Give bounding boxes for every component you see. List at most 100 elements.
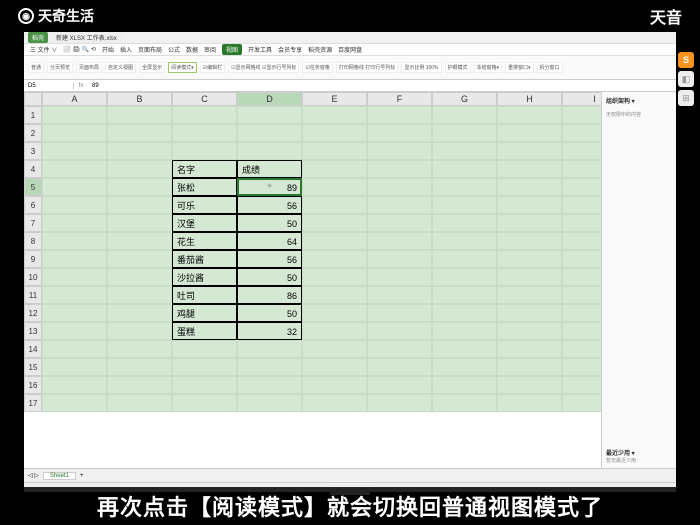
cell-H15[interactable] [497, 358, 562, 376]
cell-G7[interactable] [432, 214, 497, 232]
cell-F1[interactable] [367, 106, 432, 124]
cell-I7[interactable] [562, 214, 601, 232]
cell-F13[interactable] [367, 322, 432, 340]
cell-A2[interactable] [42, 124, 107, 142]
cell-E16[interactable] [302, 376, 367, 394]
cell-F7[interactable] [367, 214, 432, 232]
cell-A5[interactable] [42, 178, 107, 196]
cell-B11[interactable] [107, 286, 172, 304]
cell-C15[interactable] [172, 358, 237, 376]
cell-I13[interactable] [562, 322, 601, 340]
menu-docer[interactable]: 稻壳资源 [308, 45, 332, 54]
cell-H11[interactable] [497, 286, 562, 304]
cell-D14[interactable] [237, 340, 302, 358]
cell-F14[interactable] [367, 340, 432, 358]
menu-dev[interactable]: 开发工具 [248, 45, 272, 54]
cell-B1[interactable] [107, 106, 172, 124]
cell-D17[interactable] [237, 394, 302, 412]
cell-D6[interactable]: 56 [237, 196, 302, 214]
cell-A16[interactable] [42, 376, 107, 394]
cell-I9[interactable] [562, 250, 601, 268]
title-tab-home[interactable]: 稻壳 [28, 32, 48, 43]
cell-H2[interactable] [497, 124, 562, 142]
cell-F16[interactable] [367, 376, 432, 394]
cell-D5[interactable]: ✧89 [237, 178, 302, 196]
cell-E12[interactable] [302, 304, 367, 322]
ribbon-btn-11[interactable]: 护眼模式 [445, 62, 471, 73]
ribbon-btn-4[interactable]: 全屏显示 [139, 62, 165, 73]
col-header-H[interactable]: H [497, 92, 562, 106]
menu-vip[interactable]: 会员专享 [278, 45, 302, 54]
cell-G5[interactable] [432, 178, 497, 196]
cell-G12[interactable] [432, 304, 497, 322]
col-header-D[interactable]: D [237, 92, 302, 106]
menu-baidu[interactable]: 百度网盘 [338, 45, 362, 54]
row-header-6[interactable]: 6 [24, 196, 42, 214]
cell-F15[interactable] [367, 358, 432, 376]
cell-E11[interactable] [302, 286, 367, 304]
col-header-I[interactable]: I [562, 92, 601, 106]
row-header-1[interactable]: 1 [24, 106, 42, 124]
cell-C12[interactable]: 鸡腿 [172, 304, 237, 322]
cell-A9[interactable] [42, 250, 107, 268]
cell-C4[interactable]: 名字 [172, 160, 237, 178]
cell-C17[interactable] [172, 394, 237, 412]
row-header-9[interactable]: 9 [24, 250, 42, 268]
cell-I5[interactable] [562, 178, 601, 196]
cell-B14[interactable] [107, 340, 172, 358]
cell-I3[interactable] [562, 142, 601, 160]
row-header-14[interactable]: 14 [24, 340, 42, 358]
cell-A13[interactable] [42, 322, 107, 340]
side-icon-s[interactable]: S [678, 52, 694, 68]
sheet-tab[interactable]: Sheet1 [43, 472, 76, 480]
cell-I1[interactable] [562, 106, 601, 124]
cell-B15[interactable] [107, 358, 172, 376]
cell-G9[interactable] [432, 250, 497, 268]
cell-E2[interactable] [302, 124, 367, 142]
cell-G16[interactable] [432, 376, 497, 394]
menu-start[interactable]: 开始 [102, 45, 114, 54]
cell-E5[interactable] [302, 178, 367, 196]
ribbon-btn-13[interactable]: 重排窗口▾ [505, 62, 534, 73]
cell-D2[interactable] [237, 124, 302, 142]
row-header-7[interactable]: 7 [24, 214, 42, 232]
cell-A17[interactable] [42, 394, 107, 412]
cell-H13[interactable] [497, 322, 562, 340]
cell-H3[interactable] [497, 142, 562, 160]
cell-C9[interactable]: 番茄酱 [172, 250, 237, 268]
cell-I16[interactable] [562, 376, 601, 394]
cell-G13[interactable] [432, 322, 497, 340]
cell-G14[interactable] [432, 340, 497, 358]
menu-quick[interactable]: ⬜ 🖨 🔍 ⟲ [63, 46, 96, 53]
menu-view-active[interactable]: 视图 [222, 44, 242, 55]
col-header-G[interactable]: G [432, 92, 497, 106]
ribbon-btn-12[interactable]: 冻结窗格▾ [474, 62, 503, 73]
cell-D16[interactable] [237, 376, 302, 394]
col-header-corner[interactable] [24, 92, 42, 106]
cell-F10[interactable] [367, 268, 432, 286]
cell-G1[interactable] [432, 106, 497, 124]
ribbon-btn-2[interactable]: 页面布局 [76, 62, 102, 73]
cell-A6[interactable] [42, 196, 107, 214]
cell-B12[interactable] [107, 304, 172, 322]
menu-review[interactable]: 审阅 [204, 45, 216, 54]
cell-E8[interactable] [302, 232, 367, 250]
row-header-4[interactable]: 4 [24, 160, 42, 178]
cell-H6[interactable] [497, 196, 562, 214]
cell-A14[interactable] [42, 340, 107, 358]
ribbon-btn-8[interactable]: ☑任务窗格 [302, 62, 332, 73]
rp-bottom-title[interactable]: 最近少用 ▾ [606, 448, 672, 457]
cell-B7[interactable] [107, 214, 172, 232]
cell-D11[interactable]: 86 [237, 286, 302, 304]
cell-G11[interactable] [432, 286, 497, 304]
cell-H17[interactable] [497, 394, 562, 412]
cell-G15[interactable] [432, 358, 497, 376]
cell-E9[interactable] [302, 250, 367, 268]
cell-B10[interactable] [107, 268, 172, 286]
cell-F12[interactable] [367, 304, 432, 322]
col-header-A[interactable]: A [42, 92, 107, 106]
row-header-17[interactable]: 17 [24, 394, 42, 412]
cell-B4[interactable] [107, 160, 172, 178]
cell-I10[interactable] [562, 268, 601, 286]
cell-C7[interactable]: 汉堡 [172, 214, 237, 232]
